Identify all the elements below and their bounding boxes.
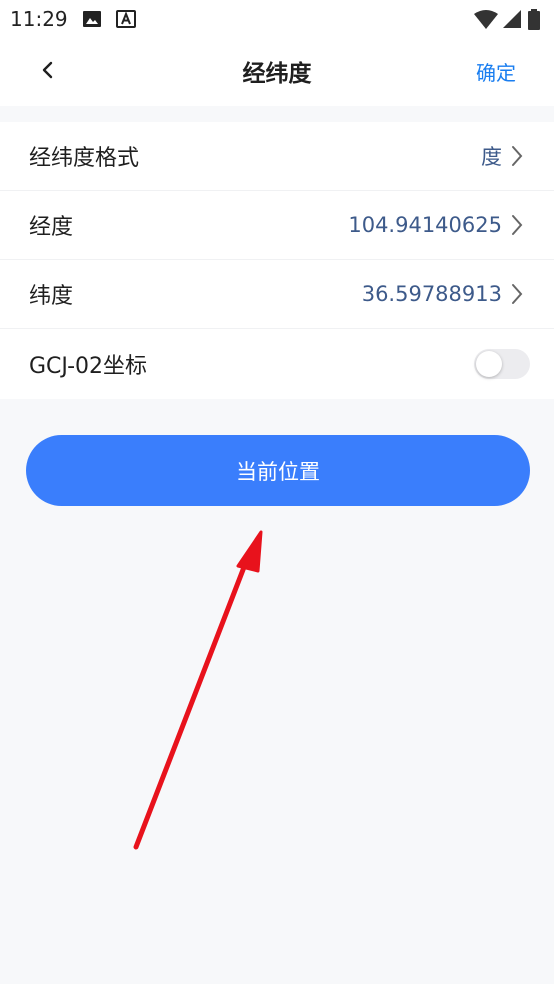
annotation-arrow [133,530,263,850]
